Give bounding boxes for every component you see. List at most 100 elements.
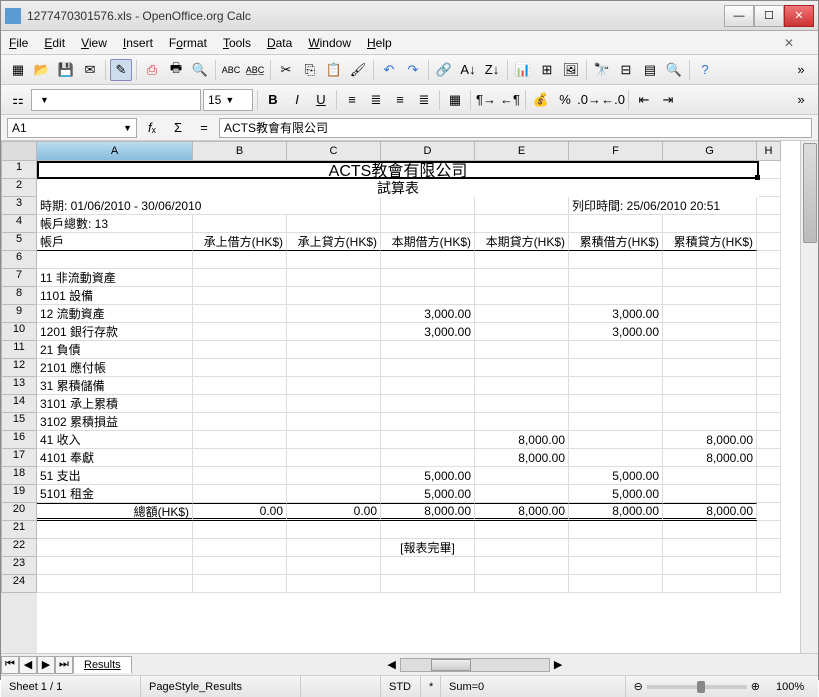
col-header-E[interactable]: E [475, 141, 569, 161]
tab-next-icon[interactable]: ▶ [37, 656, 55, 674]
align-right-icon[interactable]: ≡ [389, 89, 411, 111]
row-header-12[interactable]: 12 [1, 359, 37, 377]
menu-data[interactable]: Data [267, 36, 292, 50]
row-header-20[interactable]: 20 [1, 503, 37, 521]
zoom-out-icon[interactable]: ⊖ [634, 680, 643, 693]
bold-icon[interactable]: B [262, 89, 284, 111]
menu-format[interactable]: Format [169, 36, 207, 50]
col-header-H[interactable]: H [757, 141, 781, 161]
row-header-14[interactable]: 14 [1, 395, 37, 413]
headers-icon[interactable]: ▤ [639, 59, 661, 81]
gallery-icon[interactable]: 🖼 [560, 59, 582, 81]
toolbar-overflow-icon[interactable]: » [790, 89, 812, 111]
menu-edit[interactable]: Edit [44, 36, 65, 50]
preview-icon[interactable]: 🔍 [189, 59, 211, 81]
rtl-icon[interactable]: ←¶ [499, 89, 521, 111]
cell-a2-merged[interactable]: 試算表 [37, 179, 759, 197]
email-icon[interactable]: ✉ [79, 59, 101, 81]
row-header-6[interactable]: 6 [1, 251, 37, 269]
font-name-combo[interactable]: ▼ [31, 89, 201, 111]
data-sources-icon[interactable]: ⊟ [615, 59, 637, 81]
decrease-indent-icon[interactable]: ⇤ [633, 89, 655, 111]
save-icon[interactable]: 💾 [55, 59, 77, 81]
find-icon[interactable]: 🔭 [591, 59, 613, 81]
paste-icon[interactable]: 📋 [323, 59, 345, 81]
col-header-F[interactable]: F [569, 141, 663, 161]
row-header-7[interactable]: 7 [1, 269, 37, 287]
col-header-B[interactable]: B [193, 141, 287, 161]
align-left-icon[interactable]: ≡ [341, 89, 363, 111]
menu-window[interactable]: Window [308, 36, 351, 50]
scrollbar-thumb[interactable] [431, 659, 471, 671]
menu-help[interactable]: Help [367, 36, 392, 50]
name-box[interactable]: A1 ▼ [7, 118, 137, 138]
select-all-corner[interactable] [1, 141, 37, 161]
row-header-2[interactable]: 2 [1, 179, 37, 197]
row-header-11[interactable]: 11 [1, 341, 37, 359]
menu-tools[interactable]: Tools [223, 36, 251, 50]
redo-icon[interactable]: ↷ [402, 59, 424, 81]
horizontal-scrollbar[interactable]: ◀ ▶ [132, 658, 818, 672]
chart-icon[interactable]: 📊 [512, 59, 534, 81]
row-header-4[interactable]: 4 [1, 215, 37, 233]
font-size-combo[interactable]: 15 ▼ [203, 89, 253, 111]
close-button[interactable]: ✕ [784, 5, 814, 27]
row-header-17[interactable]: 17 [1, 449, 37, 467]
row-header-9[interactable]: 9 [1, 305, 37, 323]
underline-icon[interactable]: U [310, 89, 332, 111]
function-wizard-icon[interactable]: fₓ [141, 117, 163, 139]
row-header-19[interactable]: 19 [1, 485, 37, 503]
row-header-22[interactable]: 22 [1, 539, 37, 557]
scrollbar-thumb[interactable] [803, 143, 817, 243]
row-header-13[interactable]: 13 [1, 377, 37, 395]
spellcheck-icon[interactable]: ABC [220, 59, 242, 81]
status-sum[interactable]: Sum=0 [441, 676, 626, 697]
scroll-left-icon[interactable]: ◀ [387, 658, 395, 671]
zoom-value[interactable]: 100% [768, 676, 818, 697]
edit-file-icon[interactable]: ✎ [110, 59, 132, 81]
help-icon[interactable]: ? [694, 59, 716, 81]
hyperlink-icon[interactable]: 🔗 [433, 59, 455, 81]
minimize-button[interactable]: — [724, 5, 754, 27]
vertical-scrollbar[interactable] [800, 141, 818, 653]
row-header-1[interactable]: 1 [1, 161, 37, 179]
row-header-23[interactable]: 23 [1, 557, 37, 575]
col-header-A[interactable]: A [37, 141, 193, 161]
ltr-icon[interactable]: ¶→ [475, 89, 497, 111]
row-header-24[interactable]: 24 [1, 575, 37, 593]
tab-last-icon[interactable]: ⏭ [55, 656, 73, 674]
zoom-control[interactable]: ⊖ ⊕ [626, 680, 768, 693]
add-decimal-icon[interactable]: .0→ [578, 89, 600, 111]
row-header-18[interactable]: 18 [1, 467, 37, 485]
tab-prev-icon[interactable]: ◀ [19, 656, 37, 674]
format-paintbrush-icon[interactable]: 🖌 [347, 59, 369, 81]
row-header-8[interactable]: 8 [1, 287, 37, 305]
zoom-icon[interactable]: 🔍 [663, 59, 685, 81]
currency-icon[interactable]: 💰 [530, 89, 552, 111]
styles-icon[interactable]: ⚏ [7, 89, 29, 111]
sum-icon[interactable]: Σ [167, 117, 189, 139]
tab-first-icon[interactable]: ⏮ [1, 656, 19, 674]
open-icon[interactable]: 📂 [31, 59, 53, 81]
status-pagestyle[interactable]: PageStyle_Results [141, 676, 301, 697]
del-decimal-icon[interactable]: ←.0 [602, 89, 624, 111]
row-header-15[interactable]: 15 [1, 413, 37, 431]
sort-desc-icon[interactable]: Z↓ [481, 59, 503, 81]
toolbar-overflow-icon[interactable]: » [790, 59, 812, 81]
sort-asc-icon[interactable]: A↓ [457, 59, 479, 81]
formula-input[interactable]: ACTS教會有限公司 [219, 118, 812, 138]
menu-file[interactable]: File [9, 36, 28, 50]
zoom-in-icon[interactable]: ⊕ [751, 680, 760, 693]
print-icon[interactable]: 🖶 [165, 59, 187, 81]
scroll-right-icon[interactable]: ▶ [554, 658, 562, 671]
new-icon[interactable]: ▦ [7, 59, 29, 81]
autospell-icon[interactable]: A̲B̲C̲ [244, 59, 266, 81]
cell-a1-merged[interactable]: ACTS教會有限公司 [37, 161, 759, 179]
document-close-icon[interactable]: ✕ [784, 36, 794, 50]
undo-icon[interactable]: ↶ [378, 59, 400, 81]
row-header-5[interactable]: 5 [1, 233, 37, 251]
sheet-tab[interactable]: Results [73, 656, 132, 673]
zoom-slider[interactable] [647, 685, 747, 689]
navigator-icon[interactable]: ⊞ [536, 59, 558, 81]
italic-icon[interactable]: I [286, 89, 308, 111]
